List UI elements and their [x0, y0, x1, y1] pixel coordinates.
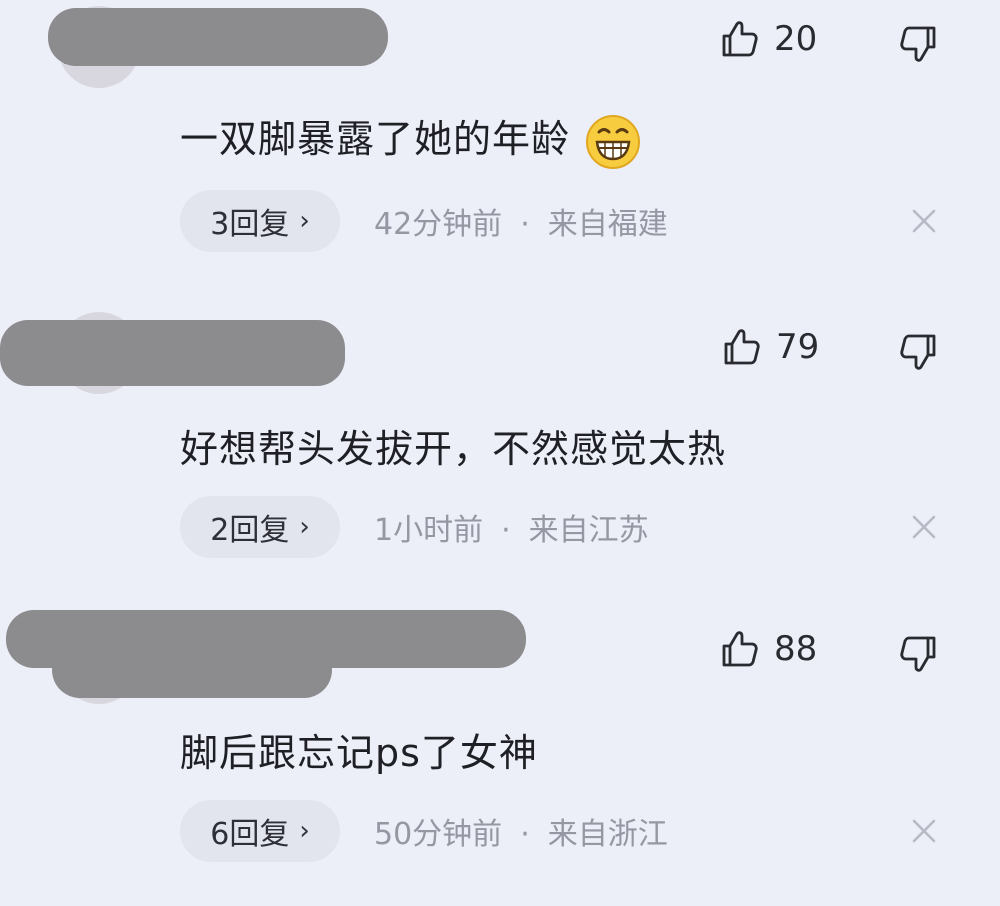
comment-meta: 2回复 › 1小时前 · 来自江苏	[180, 496, 649, 558]
like-button[interactable]: 88	[718, 628, 817, 670]
thumbs-up-icon	[722, 631, 758, 667]
chevron-right-icon: ›	[299, 512, 310, 542]
reply-button[interactable]: 6回复 ›	[180, 800, 340, 862]
comment-text: 一双脚暴露了她的年龄	[180, 108, 641, 170]
chevron-right-icon: ›	[299, 206, 310, 236]
comment-item: 88 脚后跟忘记ps了女神 6回复 › 50分钟前 · 来自浙江	[0, 606, 1000, 906]
close-icon	[912, 209, 936, 233]
comment-text-content: 好想帮头发拔开，不然感觉太热	[180, 427, 727, 471]
reply-button[interactable]: 2回复 ›	[180, 496, 340, 558]
close-icon	[912, 819, 936, 843]
like-count: 20	[774, 19, 818, 59]
reply-label: 2回复	[210, 513, 290, 548]
like-count: 88	[774, 629, 818, 669]
comment-location: 来自福建	[547, 207, 668, 242]
close-button[interactable]	[907, 204, 941, 238]
comment-time: 1小时前	[374, 513, 484, 548]
chevron-right-icon: ›	[299, 816, 310, 846]
comment-location: 来自浙江	[547, 817, 668, 852]
reply-label: 3回复	[210, 207, 290, 242]
thumbs-up-icon	[722, 21, 758, 57]
comment-item: 20 一双脚暴露了她的年龄 3回复 › 42分钟前 · 来自福建	[0, 0, 1000, 300]
dislike-button[interactable]	[896, 329, 940, 373]
dislike-button[interactable]	[896, 21, 940, 65]
redacted-username	[0, 320, 345, 386]
close-button[interactable]	[907, 510, 941, 544]
thumbs-up-icon	[724, 329, 760, 365]
comment-item: 79 好想帮头发拔开，不然感觉太热 2回复 › 1小时前 · 来自江苏	[0, 306, 1000, 606]
comment-meta: 6回复 › 50分钟前 · 来自浙江	[180, 800, 668, 862]
like-button[interactable]: 20	[718, 18, 817, 60]
redacted-username	[48, 8, 388, 66]
close-button[interactable]	[907, 814, 941, 848]
like-button[interactable]: 79	[720, 326, 819, 368]
close-icon	[912, 515, 936, 539]
comment-text: 好想帮头发拔开，不然感觉太热	[180, 418, 726, 473]
comment-meta-text: 50分钟前 · 来自浙江	[374, 809, 668, 853]
redacted-username	[52, 642, 332, 698]
comment-meta-text: 1小时前 · 来自江苏	[374, 505, 649, 549]
separator-dot: ·	[520, 817, 530, 852]
thumbs-down-icon	[900, 26, 936, 62]
comment-meta-text: 42分钟前 · 来自福建	[374, 199, 668, 243]
comment-text-content: 脚后跟忘记ps了女神	[180, 731, 538, 775]
comment-meta: 3回复 › 42分钟前 · 来自福建	[180, 190, 668, 252]
comment-location: 来自江苏	[528, 513, 649, 548]
separator-dot: ·	[501, 513, 511, 548]
comment-text-content: 一双脚暴露了她的年龄	[180, 117, 571, 161]
separator-dot: ·	[520, 207, 530, 242]
dislike-button[interactable]	[896, 631, 940, 675]
comment-text: 脚后跟忘记ps了女神	[180, 722, 538, 777]
thumbs-down-icon	[900, 636, 936, 672]
grinning-face-emoji	[586, 114, 641, 169]
reply-label: 6回复	[210, 817, 290, 852]
like-count: 79	[776, 327, 820, 367]
comment-time: 42分钟前	[374, 207, 503, 242]
reply-button[interactable]: 3回复 ›	[180, 190, 340, 252]
thumbs-down-icon	[900, 334, 936, 370]
comment-time: 50分钟前	[374, 817, 503, 852]
